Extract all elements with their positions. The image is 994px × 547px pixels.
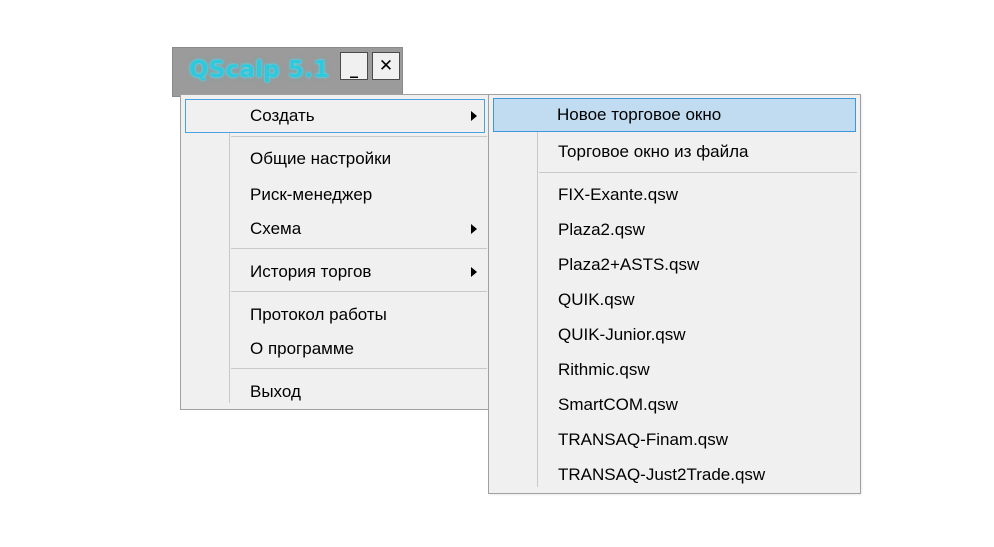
close-icon: ✕ <box>378 56 394 76</box>
menu-item-about[interactable]: О программе <box>185 332 485 366</box>
submenu-item-file[interactable]: QUIK-Junior.qsw <box>493 318 856 352</box>
submenu-item-file[interactable]: QUIK.qsw <box>493 283 856 317</box>
menu-item-create[interactable]: Создать <box>185 99 485 133</box>
menu-item-label: Plaza2.qsw <box>558 220 645 239</box>
menu-item-label: SmartCOM.qsw <box>558 395 678 414</box>
menu-item-label: Rithmic.qsw <box>558 360 650 379</box>
title-bar[interactable]: QScalp 5.1 _ ✕ <box>172 47 403 97</box>
menu-item-trade-history[interactable]: История торгов <box>185 255 485 289</box>
submenu-arrow-icon <box>471 111 477 121</box>
submenu-item-file[interactable]: TRANSAQ-Just2Trade.qsw <box>493 458 856 492</box>
submenu-arrow-icon <box>471 267 477 277</box>
menu-item-label: QUIK.qsw <box>558 290 635 309</box>
create-submenu: Новое торговое окно Торговое окно из фай… <box>488 94 861 494</box>
menu-item-label: QUIK-Junior.qsw <box>558 325 686 344</box>
menu-item-label: Риск-менеджер <box>250 185 373 204</box>
submenu-item-window-from-file[interactable]: Торговое окно из файла <box>493 135 856 169</box>
main-menu: Создать Общие настройки Риск-менеджер Сх… <box>180 94 490 410</box>
menu-item-label: Plaza2+ASTS.qsw <box>558 255 700 274</box>
menu-item-label: История торгов <box>250 262 372 281</box>
submenu-arrow-icon <box>471 224 477 234</box>
menu-item-label: FIX-Exante.qsw <box>558 185 678 204</box>
menu-item-label: TRANSAQ-Just2Trade.qsw <box>558 465 766 484</box>
menu-separator <box>231 136 487 137</box>
menu-item-label: Новое торговое окно <box>557 105 722 124</box>
menu-separator <box>231 248 487 249</box>
menu-item-label: Создать <box>250 106 315 125</box>
close-button[interactable]: ✕ <box>372 52 400 80</box>
menu-item-work-log[interactable]: Протокол работы <box>185 298 485 332</box>
menu-item-general-settings[interactable]: Общие настройки <box>185 142 485 176</box>
submenu-item-file[interactable]: Rithmic.qsw <box>493 353 856 387</box>
menu-item-risk-manager[interactable]: Риск-менеджер <box>185 178 485 212</box>
submenu-item-file[interactable]: Plaza2+ASTS.qsw <box>493 248 856 282</box>
menu-item-label: Протокол работы <box>250 305 387 324</box>
menu-item-label: Общие настройки <box>250 149 392 168</box>
menu-item-scheme[interactable]: Схема <box>185 212 485 246</box>
submenu-item-new-trading-window[interactable]: Новое торговое окно <box>493 98 856 132</box>
app-title: QScalp 5.1 <box>189 57 330 83</box>
minimize-icon: _ <box>350 58 358 78</box>
menu-item-label: Выход <box>250 382 301 401</box>
menu-item-label: О программе <box>250 339 355 358</box>
menu-item-label: Торговое окно из файла <box>558 142 749 161</box>
submenu-item-file[interactable]: TRANSAQ-Finam.qsw <box>493 423 856 457</box>
submenu-item-file[interactable]: SmartCOM.qsw <box>493 388 856 422</box>
submenu-item-file[interactable]: FIX-Exante.qsw <box>493 178 856 212</box>
menu-separator <box>231 368 487 369</box>
menu-separator <box>231 291 487 292</box>
menu-item-exit[interactable]: Выход <box>185 375 485 409</box>
menu-item-label: TRANSAQ-Finam.qsw <box>558 430 729 449</box>
minimize-button[interactable]: _ <box>340 52 368 80</box>
menu-item-label: Схема <box>250 219 302 238</box>
submenu-item-file[interactable]: Plaza2.qsw <box>493 213 856 247</box>
menu-separator <box>539 172 857 173</box>
